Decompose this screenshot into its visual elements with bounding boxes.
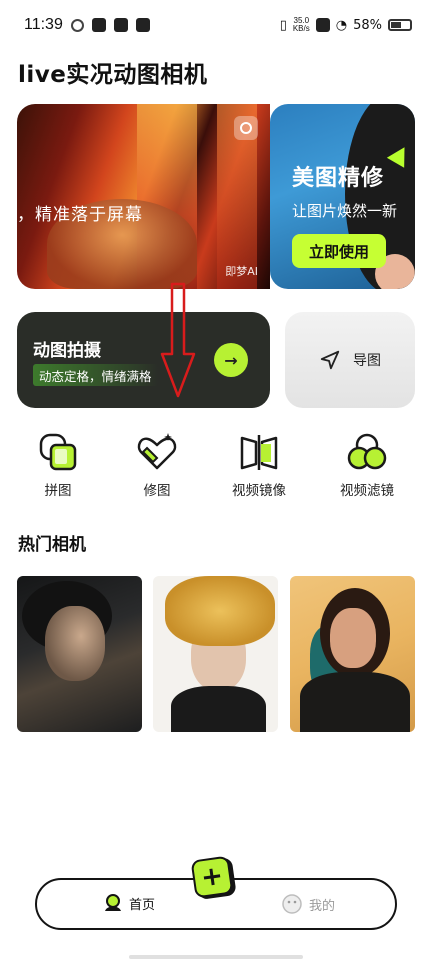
mail-icon — [113, 18, 128, 32]
net-speed: 35.0 KB/s — [293, 17, 310, 33]
play-icon — [135, 18, 150, 32]
net-speed-unit: KB/s — [292, 24, 310, 33]
tool-video-mirror-label: 视频镜像 — [232, 483, 286, 499]
banner-side-title: 美图精修 — [292, 166, 385, 191]
photo-body — [300, 672, 410, 732]
tool-video-filter-label: 视频滤镜 — [340, 483, 394, 499]
dynamic-camera-card[interactable]: 动图拍摄 动态定格，情绪满格 → — [17, 312, 270, 408]
nav-home[interactable]: 首页 — [103, 893, 155, 913]
hot-cameras-title: 热门相机 — [18, 535, 86, 555]
battery-icon — [388, 19, 412, 31]
nav-me-label: 我的 — [309, 898, 336, 914]
tool-retouch[interactable]: 修图 — [112, 432, 202, 499]
profile-icon — [282, 894, 302, 914]
banner-side[interactable]: 美图精修 让图片焕然一新 立即使用 — [270, 104, 415, 289]
wifi-icon: ◔ — [335, 17, 348, 33]
tool-video-mirror[interactable]: 视频镜像 — [214, 432, 304, 499]
vibrate-icon: ▯ — [279, 17, 287, 33]
navigation-arrow-icon — [320, 350, 340, 370]
tool-collage[interactable]: 拼图 — [13, 432, 103, 499]
home-icon — [105, 894, 121, 911]
video-filter-icon — [347, 433, 387, 470]
go-arrow-button[interactable]: → — [214, 343, 248, 377]
nav-home-label: 首页 — [129, 897, 156, 913]
create-button[interactable]: + — [190, 855, 234, 899]
video-mirror-icon — [240, 435, 278, 470]
navigation-card[interactable]: 导图 — [285, 312, 415, 408]
tool-video-filter[interactable]: 视频滤镜 — [322, 432, 412, 499]
photo-flower — [165, 576, 275, 646]
sync-icon — [70, 18, 84, 32]
hot-camera-card-1[interactable] — [17, 576, 142, 732]
banner-main-text: ，精准落于屏幕 — [17, 205, 143, 225]
banner-main[interactable]: ，精准落于屏幕 即梦AI — [17, 104, 270, 289]
battery-percent: 58% — [353, 17, 382, 33]
photo-face — [45, 606, 105, 681]
app-title: live实况动图相机 — [18, 62, 208, 88]
home-indicator — [129, 955, 303, 959]
hot-camera-card-2[interactable] — [153, 576, 278, 732]
tools-row: 拼图 修图 视频镜像 视频滤镜 — [0, 432, 432, 502]
banner-side-subtitle: 让图片焕然一新 — [292, 202, 398, 220]
photo-body — [171, 686, 266, 732]
dynamic-camera-title: 动图拍摄 — [33, 341, 101, 361]
no-sim-icon — [315, 18, 330, 32]
hot-camera-card-3[interactable] — [290, 576, 415, 732]
status-left: 11:39 — [24, 16, 150, 34]
app-notification-icon — [91, 18, 106, 32]
tool-collage-label: 拼图 — [44, 483, 72, 499]
navigation-label: 导图 — [353, 353, 381, 369]
collage-icon — [39, 433, 77, 471]
red-down-arrow-annotation — [160, 282, 196, 398]
retouch-icon — [137, 433, 177, 470]
status-right: ▯ 35.0 KB/s ◔ 58% — [280, 17, 412, 33]
photo-face — [330, 608, 376, 668]
status-bar: 11:39 ▯ 35.0 KB/s ◔ 58% — [0, 0, 432, 50]
tool-retouch-label: 修图 — [143, 483, 171, 499]
nav-me[interactable]: 我的 — [281, 893, 335, 915]
dynamic-camera-tag: 动态定格，情绪满格 — [33, 364, 158, 386]
use-now-button[interactable]: 立即使用 — [292, 234, 386, 268]
live-photo-icon — [234, 116, 258, 140]
banner-brand: 即梦AI — [225, 265, 258, 278]
status-time: 11:39 — [24, 16, 63, 33]
